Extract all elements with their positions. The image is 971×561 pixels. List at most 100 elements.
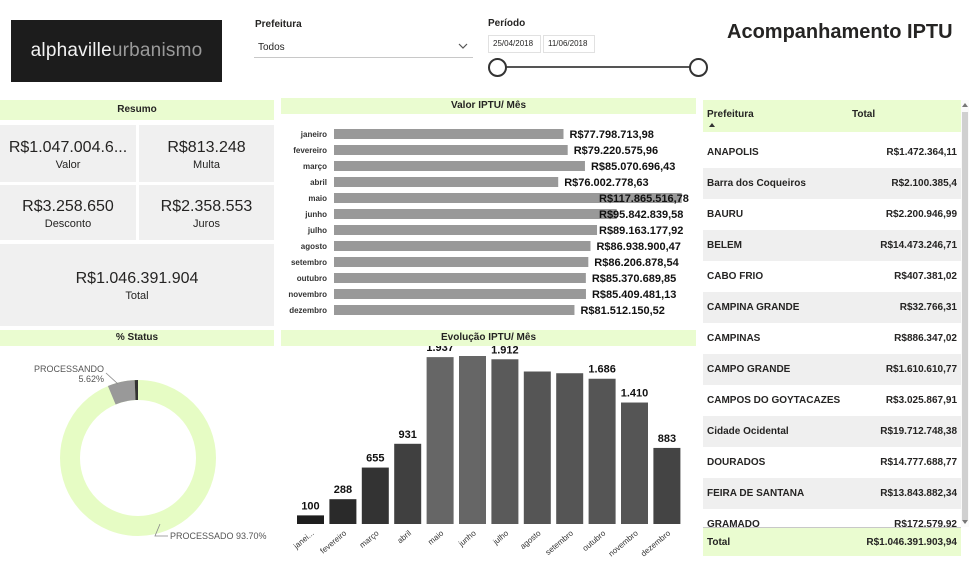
processando-pct: 5.62% bbox=[78, 374, 104, 384]
card-total: R$1.046.391.904 Total bbox=[0, 244, 274, 326]
processando-leader-line bbox=[105, 372, 119, 385]
card-juros: R$2.358.553 Juros bbox=[139, 185, 274, 240]
hbar-bar[interactable] bbox=[334, 209, 617, 219]
table-cell-total: R$32.766,31 bbox=[899, 302, 957, 313]
vbar-bar[interactable] bbox=[426, 357, 454, 524]
vbar-bar[interactable] bbox=[523, 371, 551, 524]
vbar-value-label: 931 bbox=[399, 429, 417, 441]
table-cell-prefeitura: CAMPOS DO GOYTACAZES bbox=[707, 395, 841, 406]
vbar-bar[interactable] bbox=[297, 515, 324, 524]
hbar-category-label: novembro bbox=[288, 290, 327, 299]
processando-label: PROCESSANDO bbox=[34, 364, 104, 374]
vbar-bar[interactable] bbox=[491, 359, 519, 524]
vbar-bar[interactable] bbox=[361, 467, 389, 524]
hbar-category-label: agosto bbox=[301, 242, 327, 251]
vbar-category-label: setembro bbox=[544, 528, 576, 557]
card-total-value: R$1.046.391.904 bbox=[75, 270, 199, 287]
table-row[interactable]: CAMPOS DO GOYTACAZES R$3.025.867,91 bbox=[703, 385, 961, 416]
hbar-value-label: R$77.798.713,98 bbox=[570, 129, 654, 141]
card-multa-value: R$813.248 bbox=[167, 139, 246, 156]
table-cell-total: R$886.347,02 bbox=[894, 333, 957, 344]
sort-asc-icon[interactable] bbox=[709, 123, 715, 127]
prefeitura-dropdown-value: Todos bbox=[258, 42, 285, 53]
vbar-value-label: 1.686 bbox=[588, 364, 616, 376]
hbar-value-label: R$85.370.689,85 bbox=[592, 273, 676, 285]
col-header-prefeitura[interactable]: Prefeitura bbox=[707, 109, 754, 120]
table-row[interactable]: BELEM R$14.473.246,71 bbox=[703, 230, 961, 261]
hbar-value-label: R$95.842.839,58 bbox=[599, 209, 683, 221]
hbar-bar[interactable] bbox=[334, 257, 589, 267]
vbar-category-label: abril bbox=[396, 528, 414, 545]
processado-label: PROCESSADO 93.70% bbox=[170, 531, 267, 541]
date-end-input[interactable]: 11/06/2018 bbox=[543, 35, 595, 53]
period-slider-start-handle[interactable] bbox=[488, 58, 507, 77]
vbar-category-label: novembro bbox=[607, 528, 640, 558]
period-slider-track[interactable] bbox=[497, 66, 699, 68]
hbar-value-label: R$76.002.778,63 bbox=[564, 177, 648, 189]
donut-slice-processando[interactable] bbox=[107, 380, 136, 405]
vbar-bar[interactable] bbox=[329, 499, 357, 524]
vbar-value-label: 883 bbox=[658, 433, 676, 445]
table-cell-total: R$1.472.364,11 bbox=[886, 147, 957, 158]
hbar-bar[interactable] bbox=[334, 177, 559, 187]
vbar-bar[interactable] bbox=[621, 402, 648, 524]
table-row[interactable]: CAMPINA GRANDE R$32.766,31 bbox=[703, 292, 961, 323]
valor-iptu-mes-chart: janeiro R$77.798.713,98 fevereiro R$79.220.… bbox=[288, 129, 689, 317]
hbar-bar[interactable] bbox=[334, 145, 568, 155]
valor-iptu-mes-header: Valor IPTU/ Mês bbox=[281, 98, 696, 114]
hbar-bar[interactable] bbox=[334, 273, 586, 283]
status-donut-chart: PROCESSANDO 5.62% PROCESSADO 93.70% bbox=[34, 364, 267, 541]
hbar-category-label: fevereiro bbox=[293, 146, 327, 155]
table-row[interactable]: BAURU R$2.200.946,99 bbox=[703, 199, 961, 230]
table-row[interactable]: CAMPINAS R$886.347,02 bbox=[703, 323, 961, 354]
vbar-bar[interactable] bbox=[653, 447, 681, 524]
vbar-bar[interactable] bbox=[556, 373, 584, 524]
card-multa: R$813.248 Multa bbox=[139, 125, 274, 182]
table-cell-prefeitura: FEIRA DE SANTANA bbox=[707, 488, 805, 499]
hbar-bar[interactable] bbox=[334, 129, 564, 139]
vbar-bar[interactable] bbox=[459, 356, 486, 524]
table-row[interactable]: ANAPOLIS R$1.472.364,11 bbox=[703, 137, 961, 168]
prefeitura-dropdown[interactable]: Todos bbox=[254, 37, 473, 58]
date-start-input[interactable]: 25/04/2018 bbox=[488, 35, 541, 53]
period-slider-end-handle[interactable] bbox=[689, 58, 708, 77]
table-scrollbar-thumb[interactable] bbox=[962, 112, 968, 520]
vbar-bar[interactable] bbox=[394, 443, 422, 524]
vbar-bar[interactable] bbox=[588, 378, 616, 524]
hbar-bar[interactable] bbox=[334, 241, 591, 251]
table-row[interactable]: Cidade Ocidental R$19.712.748,38 bbox=[703, 416, 961, 447]
evolucao-iptu-mes-header: Evolução IPTU/ Mês bbox=[281, 330, 696, 346]
vbar-category-label: março bbox=[358, 528, 381, 550]
card-valor-value: R$1.047.004.6... bbox=[8, 139, 128, 156]
page-title: Acompanhamento IPTU bbox=[727, 21, 953, 43]
scroll-up-icon[interactable] bbox=[961, 102, 969, 108]
logo-text-part1: alphaville bbox=[30, 40, 112, 61]
hbar-bar[interactable] bbox=[334, 161, 585, 171]
hbar-category-label: julho bbox=[307, 226, 327, 235]
table-row[interactable]: Barra dos Coqueiros R$2.100.385,4 bbox=[703, 168, 961, 199]
table-row[interactable]: CABO FRIO R$407.381,02 bbox=[703, 261, 961, 292]
hbar-value-label: R$85.409.481,13 bbox=[592, 289, 676, 301]
col-header-total[interactable]: Total bbox=[852, 109, 875, 120]
hbar-value-label: R$79.220.575,96 bbox=[574, 145, 658, 157]
card-desconto: R$3.258.650 Desconto bbox=[0, 185, 136, 240]
hbar-category-label: janeiro bbox=[300, 130, 327, 139]
vbar-value-label: 100 bbox=[301, 500, 319, 512]
scroll-down-icon[interactable] bbox=[961, 519, 969, 525]
hbar-value-label: R$89.163.177,92 bbox=[599, 225, 683, 237]
vbar-category-label: outubro bbox=[581, 528, 608, 553]
table-row[interactable]: CAMPO GRANDE R$1.610.610,77 bbox=[703, 354, 961, 385]
donut-slice-processado[interactable] bbox=[60, 380, 216, 536]
table-row[interactable]: DOURADOS R$14.777.688,77 bbox=[703, 447, 961, 478]
hbar-category-label: dezembro bbox=[289, 306, 327, 315]
hbar-bar[interactable] bbox=[334, 305, 575, 315]
table-cell-prefeitura: CAMPINA GRANDE bbox=[707, 302, 800, 313]
card-juros-value: R$2.358.553 bbox=[160, 198, 253, 215]
hbar-bar[interactable] bbox=[334, 225, 598, 235]
table-cell-total: R$2.100.385,4 bbox=[891, 178, 957, 189]
vbar-value-label: 288 bbox=[334, 484, 352, 496]
table-row[interactable]: FEIRA DE SANTANA R$13.843.882,34 bbox=[703, 478, 961, 509]
hbar-category-label: abril bbox=[310, 178, 327, 187]
table-cell-total: R$19.712.748,38 bbox=[880, 426, 957, 437]
hbar-bar[interactable] bbox=[334, 289, 586, 299]
